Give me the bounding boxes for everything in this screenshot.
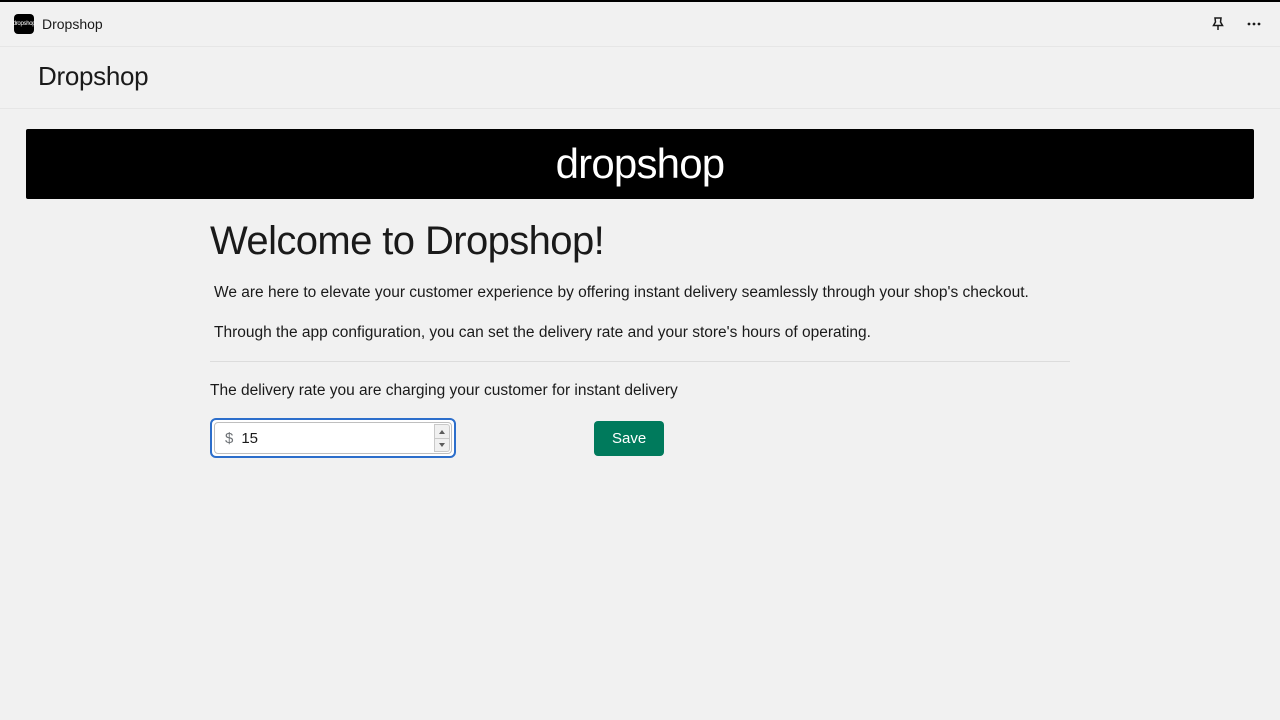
rate-input[interactable] bbox=[241, 423, 462, 453]
save-button[interactable]: Save bbox=[594, 421, 664, 456]
topbar: dropshop Dropshop bbox=[0, 2, 1280, 47]
divider bbox=[210, 361, 1070, 362]
welcome-paragraph-2: Through the app configuration, you can s… bbox=[210, 322, 1070, 344]
topbar-left: dropshop Dropshop bbox=[14, 14, 103, 34]
page-title: Dropshop bbox=[38, 61, 1242, 92]
welcome-title: Welcome to Dropshop! bbox=[210, 219, 1070, 264]
stepper-down-icon[interactable] bbox=[434, 439, 450, 453]
rate-row: $ Save bbox=[210, 418, 1070, 458]
rate-input-wrapper: $ bbox=[210, 418, 456, 458]
content: dropshop Welcome to Dropshop! We are her… bbox=[0, 109, 1280, 478]
hero-brand: dropshop bbox=[556, 140, 725, 188]
welcome-paragraph-1: We are here to elevate your customer exp… bbox=[210, 282, 1070, 304]
currency-symbol: $ bbox=[215, 430, 241, 447]
title-row: Dropshop bbox=[0, 47, 1280, 109]
app-logo-icon: dropshop bbox=[14, 14, 34, 34]
more-icon[interactable] bbox=[1242, 12, 1266, 36]
inner-content: Welcome to Dropshop! We are here to elev… bbox=[190, 219, 1090, 458]
number-spinners bbox=[434, 424, 450, 452]
pin-icon[interactable] bbox=[1206, 12, 1230, 36]
hero-banner: dropshop bbox=[26, 129, 1254, 199]
welcome-body: We are here to elevate your customer exp… bbox=[210, 282, 1070, 343]
stepper-up-icon[interactable] bbox=[434, 424, 450, 439]
topbar-right bbox=[1206, 12, 1266, 36]
app-name: Dropshop bbox=[42, 16, 103, 32]
rate-label: The delivery rate you are charging your … bbox=[210, 382, 1070, 400]
rate-input-inner: $ bbox=[214, 422, 452, 454]
